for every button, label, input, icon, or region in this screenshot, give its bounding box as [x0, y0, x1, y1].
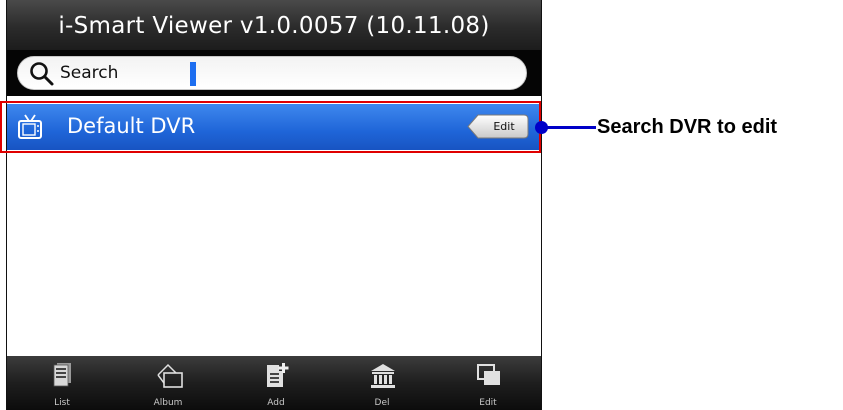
- app-window: i-Smart Viewer v1.0.0057 (10.11.08) Sear…: [6, 0, 542, 410]
- tab-label: Add: [267, 398, 285, 408]
- edit-icon: [477, 364, 500, 385]
- album-icon: [157, 363, 183, 388]
- tab-label: Album: [153, 398, 183, 408]
- callout-line: [541, 126, 596, 129]
- search-icon: [30, 62, 54, 86]
- tab-add[interactable]: Add: [236, 356, 316, 410]
- search-placeholder: Search: [60, 63, 119, 83]
- delete-icon: [371, 364, 395, 388]
- tab-label: Del: [374, 398, 390, 408]
- search-bar: Search: [7, 50, 541, 96]
- tab-edit[interactable]: Edit: [448, 356, 528, 410]
- bottom-tab-bar: List Album Add Del Edit: [7, 356, 541, 410]
- search-input[interactable]: Search: [17, 56, 527, 90]
- tab-list[interactable]: List: [22, 356, 102, 410]
- highlight-box: [0, 101, 541, 153]
- tab-album[interactable]: Album: [128, 356, 208, 410]
- text-caret: [190, 62, 196, 86]
- list-icon: [53, 363, 71, 387]
- callout-dot: [535, 121, 548, 134]
- tab-label: List: [54, 398, 70, 408]
- tab-label: Edit: [479, 398, 497, 408]
- callout-label: Search DVR to edit: [597, 116, 778, 138]
- tab-del[interactable]: Del: [342, 356, 422, 410]
- add-icon: [267, 363, 289, 387]
- app-title: i-Smart Viewer v1.0.0057 (10.11.08): [7, 0, 541, 50]
